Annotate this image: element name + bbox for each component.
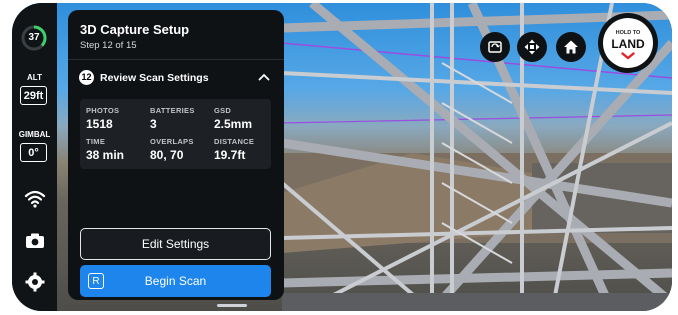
gear-icon[interactable]: [24, 272, 46, 292]
stat-gsd: GSD 2.5mm: [214, 106, 253, 131]
gimbal-value: 0°: [20, 143, 47, 162]
land-button-face: HOLD TO LAND: [603, 18, 653, 68]
hold-to-land-button[interactable]: HOLD TO LAND: [598, 13, 658, 73]
status-rail: 37 ALT 29ft GIMBAL 0°: [12, 3, 57, 311]
altitude-label: ALT: [27, 73, 42, 82]
section-number-badge: 12: [79, 70, 94, 85]
return-home-button[interactable]: [556, 32, 586, 62]
drag-handle[interactable]: [217, 304, 247, 307]
stat-photos: PHOTOS 1518: [86, 106, 120, 131]
stat-overlaps: OVERLAPS 80, 70: [150, 137, 194, 162]
camera-switch-button[interactable]: [480, 32, 510, 62]
section-title: Review Scan Settings: [100, 72, 209, 84]
wifi-icon[interactable]: [24, 189, 46, 209]
chevron-down-red-icon: [621, 52, 635, 60]
stat-distance: DISTANCE 19.7ft: [214, 137, 255, 162]
altitude-value: 29ft: [20, 86, 47, 105]
capture-setup-panel: 3D Capture Setup Step 12 of 15 12 Review…: [68, 10, 284, 307]
camera-switch-icon: [488, 41, 502, 53]
directional-pad-button[interactable]: [517, 32, 547, 62]
hold-to-label: HOLD TO: [615, 30, 641, 36]
scan-stats-card: PHOTOS 1518 BATTERIES 3 GSD 2.5mm TIME 3…: [80, 99, 271, 169]
camera-icon[interactable]: [24, 231, 46, 251]
begin-scan-button[interactable]: R Begin Scan: [80, 265, 271, 297]
drone-app-screen: 37 ALT 29ft GIMBAL 0° 3D Capture Setup S…: [12, 3, 672, 311]
dpad-icon: [524, 39, 540, 55]
stat-time: TIME 38 min: [86, 137, 125, 162]
battery-percent: 37: [28, 32, 40, 43]
panel-title: 3D Capture Setup: [80, 22, 190, 37]
stat-batteries: BATTERIES 3: [150, 106, 195, 131]
land-label: LAND: [611, 37, 645, 51]
step-indicator: Step 12 of 15: [80, 40, 137, 51]
begin-scan-label: Begin Scan: [144, 274, 207, 288]
r-key-icon: R: [88, 273, 104, 289]
divider: [68, 59, 284, 60]
home-icon: [564, 40, 578, 54]
chevron-up-icon[interactable]: [258, 72, 270, 82]
gimbal-label: GIMBAL: [18, 130, 51, 139]
edit-settings-button[interactable]: Edit Settings: [80, 228, 271, 260]
